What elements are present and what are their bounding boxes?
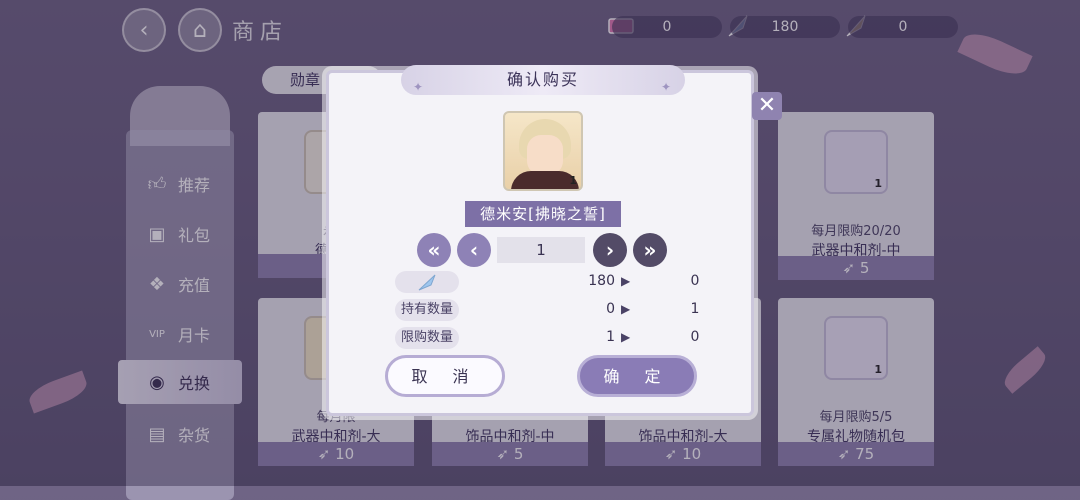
- sidebar-item-label: 充值: [178, 276, 211, 295]
- price-value: 5: [859, 259, 870, 277]
- quantity-field[interactable]: 1: [497, 237, 585, 263]
- briefcase-icon: ▤: [148, 423, 166, 445]
- card-price: ➶ 5: [432, 442, 588, 466]
- max-quantity-button[interactable]: »: [633, 233, 667, 267]
- feather-icon: ➶: [664, 445, 678, 463]
- exchange-icon: ◉: [149, 371, 165, 393]
- item-thumbnail: 1: [824, 130, 888, 194]
- back-button[interactable]: ‹: [122, 8, 166, 52]
- limit-row: 限购数量 1 ▶ 0: [395, 327, 699, 349]
- sidebar-item-misc[interactable]: ▤ 杂货: [118, 412, 242, 456]
- sidebar-item-gift[interactable]: ▣ 礼包: [118, 212, 242, 256]
- sidebar-item-label: 兑换: [178, 374, 211, 393]
- sparkle-icon: ✦: [660, 80, 673, 94]
- double-chevron-left-icon: «: [427, 238, 441, 262]
- price-value: 10: [335, 445, 355, 463]
- new-value: 0: [690, 329, 700, 345]
- sparkle-icon: ✦: [413, 80, 426, 94]
- character-portrait: 1: [503, 111, 583, 191]
- feather-count: 180: [730, 16, 840, 38]
- sidebar-item-label: 推荐: [178, 176, 211, 195]
- card-price: ➶ 75: [778, 442, 934, 466]
- chevron-left-icon: ‹: [469, 238, 479, 262]
- price-value: 10: [682, 445, 702, 463]
- current-value: 0: [606, 301, 615, 317]
- row-label: 限购数量: [395, 327, 459, 349]
- recharge-icon: ❖: [148, 273, 166, 295]
- feather-icon: ➶: [842, 259, 856, 277]
- back-arrow-icon: ‹: [139, 17, 149, 43]
- sidebar-item-monthly-card[interactable]: VIP 月卡: [118, 312, 242, 356]
- arrow-right-icon: ▶: [621, 302, 631, 316]
- feather-icon: ➶: [837, 445, 851, 463]
- gold-feather-count: 0: [848, 16, 958, 38]
- item-count: 1: [874, 363, 882, 376]
- min-quantity-button[interactable]: «: [417, 233, 451, 267]
- item-thumbnail: 1: [824, 316, 888, 380]
- sidebar-item-exchange[interactable]: ◉ 兑换: [118, 360, 242, 404]
- dialog-title-text: 确认购买: [506, 70, 579, 89]
- sidebar-item-recharge[interactable]: ❖ 充值: [118, 262, 242, 306]
- ticket-count: 0: [612, 16, 722, 38]
- arrow-right-icon: ▶: [621, 330, 631, 344]
- sidebar-item-label: 礼包: [178, 226, 211, 245]
- feather-icon: ➶: [317, 445, 331, 463]
- sidebar-item-recommend[interactable]: 👍︎ 推荐: [118, 162, 242, 206]
- current-value: 180: [588, 273, 615, 289]
- row-label: 持有数量: [395, 299, 459, 321]
- home-button[interactable]: ⌂: [178, 8, 222, 52]
- close-button[interactable]: ✕: [752, 92, 782, 120]
- sidebar: 👍︎ 推荐 ▣ 礼包 ❖ 充值 VIP 月卡 ◉ 兑换 ▤ 杂货: [118, 80, 242, 500]
- price-value: 75: [855, 445, 875, 463]
- sidebar-item-label: 月卡: [178, 326, 211, 345]
- item-name: 德米安[拂晓之誓]: [465, 201, 621, 227]
- confirm-button[interactable]: 确 定: [577, 355, 697, 397]
- top-bar: ‹ ⌂ 商店 0 180 0: [0, 0, 1080, 58]
- card-price: ➶ 10: [258, 442, 414, 466]
- double-chevron-right-icon: »: [643, 238, 657, 262]
- price-value: 5: [513, 445, 524, 463]
- feather-icon: ➶: [496, 445, 510, 463]
- item-count: 1: [569, 174, 577, 187]
- current-value: 1: [606, 329, 615, 345]
- cost-row: 180 ▶ 0: [395, 271, 699, 293]
- home-icon: ⌂: [193, 17, 207, 43]
- gift-icon: ▣: [148, 223, 166, 245]
- card-price: ➶ 5: [778, 256, 934, 280]
- decrease-quantity-button[interactable]: ‹: [457, 233, 491, 267]
- dialog-title: ✦ 确认购买 ✦: [401, 65, 685, 95]
- new-value: 0: [690, 273, 700, 289]
- arrow-right-icon: ▶: [621, 274, 631, 288]
- card-price: ➶ 10: [605, 442, 761, 466]
- vip-card-icon: VIP: [149, 328, 165, 340]
- item-count: 1: [874, 177, 882, 190]
- card-limit: 每月限购5/5: [819, 410, 893, 425]
- card-limit: 每月限购20/20: [811, 224, 901, 239]
- shop-card[interactable]: 1 每月限购5/5 专属礼物随机包 ➶ 75: [778, 298, 934, 466]
- owned-row: 持有数量 0 ▶ 1: [395, 299, 699, 321]
- shop-card[interactable]: 1 每月限购20/20 武器中和剂-中 ➶ 5: [778, 112, 934, 280]
- page-title: 商店: [232, 20, 289, 45]
- chevron-right-icon: ›: [605, 238, 615, 262]
- confirm-purchase-dialog: ✦ 确认购买 ✦ 1 德米安[拂晓之誓] « ‹ 1 › » 180 ▶ 0 持…: [326, 65, 754, 416]
- increase-quantity-button[interactable]: ›: [593, 233, 627, 267]
- thumbs-up-icon: 👍︎: [147, 174, 167, 195]
- new-value: 1: [690, 301, 700, 317]
- feather-icon: [395, 271, 459, 293]
- cancel-button[interactable]: 取 消: [385, 355, 505, 397]
- sidebar-item-label: 杂货: [178, 426, 211, 445]
